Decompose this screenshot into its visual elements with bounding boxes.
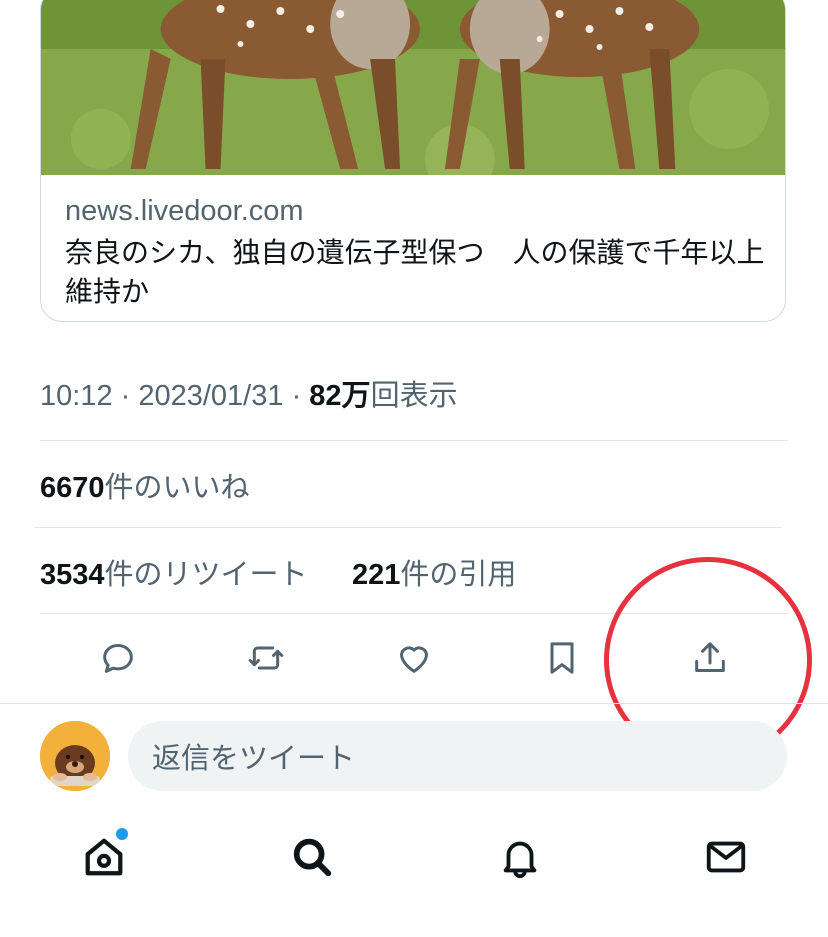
quotes-stat[interactable]: 221件の引用 bbox=[352, 551, 516, 593]
quotes-label: 件の引用 bbox=[400, 559, 517, 591]
likes-label: 件のいいね bbox=[104, 472, 250, 504]
tab-notifications[interactable] bbox=[490, 827, 550, 887]
card-domain: news.livedoor.com bbox=[65, 195, 304, 227]
reply-input[interactable]: 返信をツイート bbox=[128, 721, 787, 791]
views-label: 回表示 bbox=[370, 380, 458, 412]
divider bbox=[0, 703, 828, 704]
tweet-date[interactable]: 2023/01/31 bbox=[138, 380, 283, 412]
like-button[interactable] bbox=[384, 628, 444, 688]
envelope-icon bbox=[706, 841, 746, 873]
tweet-time[interactable]: 10:12 bbox=[40, 380, 113, 412]
deer-photo bbox=[41, 0, 785, 175]
retweets-count: 3534 bbox=[40, 559, 105, 591]
bookmark-button[interactable] bbox=[532, 628, 592, 688]
retweet-button[interactable] bbox=[236, 628, 296, 688]
tab-search[interactable] bbox=[282, 827, 342, 887]
tweet-meta: 10:12 · 2023/01/31 · 82万回表示 bbox=[40, 372, 458, 414]
like-icon bbox=[400, 646, 428, 673]
views-count: 82万 bbox=[309, 380, 371, 412]
card-title: 奈良のシカ、独自の遺伝子型保つ 人の保護で千年以上維持か bbox=[65, 237, 765, 307]
search-icon bbox=[293, 838, 332, 877]
bell-icon bbox=[503, 841, 537, 879]
avatar[interactable] bbox=[40, 721, 110, 791]
reply-icon bbox=[103, 644, 133, 673]
likes-stat[interactable]: 6670件のいいね bbox=[40, 464, 250, 506]
retweets-label: 件のリツイート bbox=[104, 559, 308, 591]
tab-messages[interactable] bbox=[696, 827, 756, 887]
quotes-count: 221 bbox=[352, 559, 401, 591]
reply-button[interactable] bbox=[88, 628, 148, 688]
notification-dot bbox=[114, 826, 130, 842]
meta-separator: · bbox=[283, 380, 310, 412]
retweet-icon bbox=[248, 646, 284, 670]
divider bbox=[34, 527, 782, 528]
reply-placeholder: 返信をツイート bbox=[152, 743, 356, 775]
bookmark-icon bbox=[550, 642, 574, 674]
meta-separator: · bbox=[112, 380, 139, 412]
divider bbox=[40, 440, 788, 441]
link-preview-card[interactable]: news.livedoor.com 奈良のシカ、独自の遺伝子型保つ 人の保護で千… bbox=[40, 0, 786, 322]
mole-avatar-icon bbox=[40, 721, 110, 791]
retweets-stat[interactable]: 3534件のリツイート bbox=[40, 551, 308, 593]
likes-count: 6670 bbox=[40, 472, 105, 504]
